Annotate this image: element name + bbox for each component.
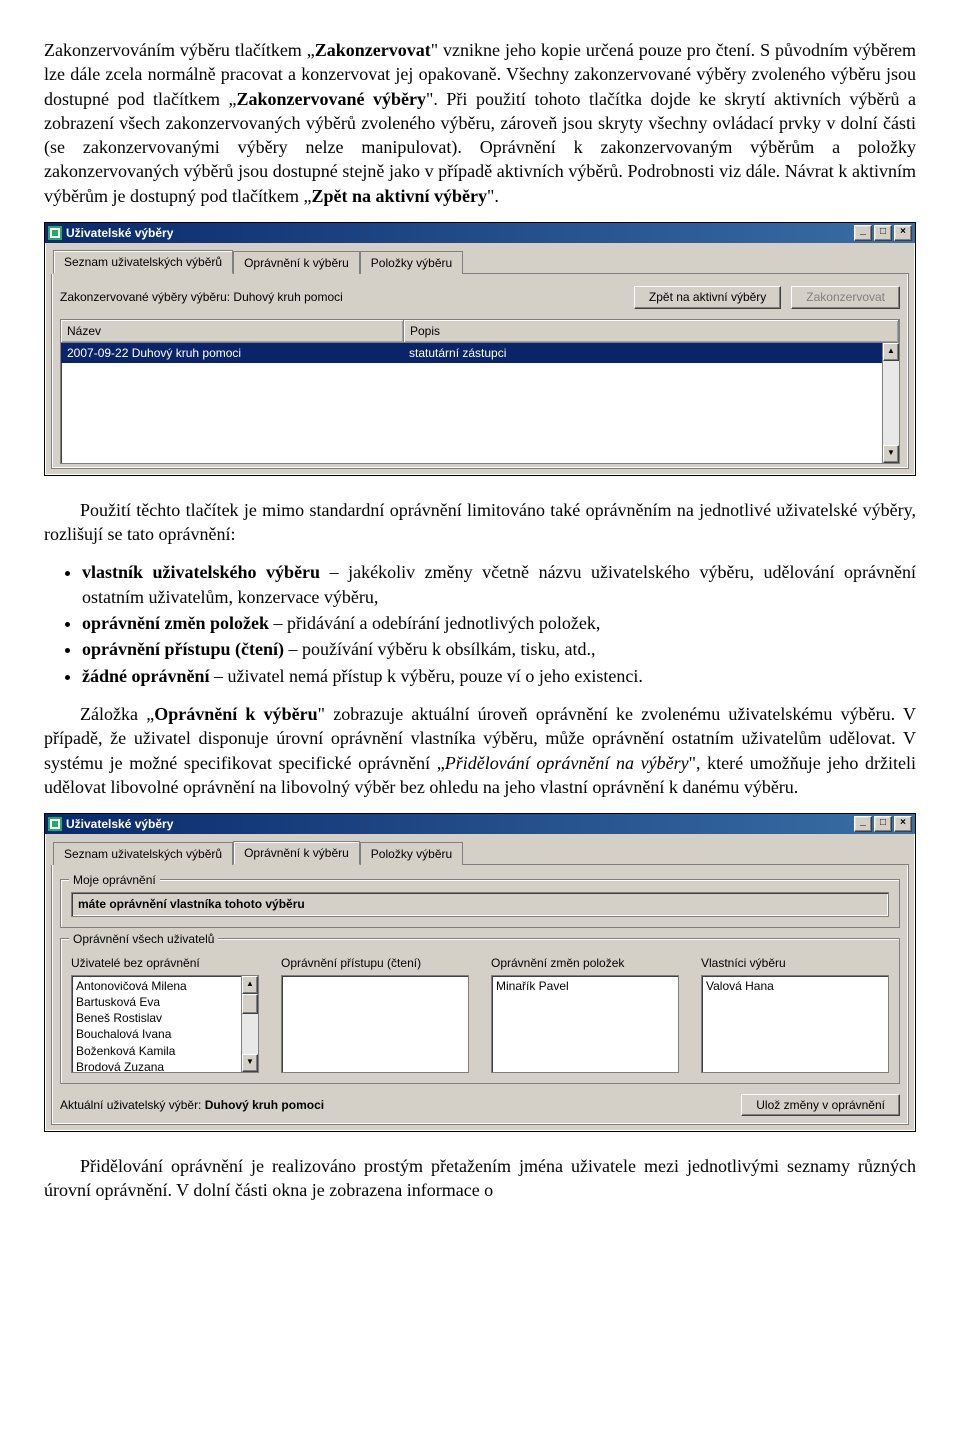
tab-polozky[interactable]: Položky výběru: [360, 842, 463, 865]
toolbar-label: Zakonzervované výběry výběru: Duhový kru…: [60, 289, 634, 305]
p1-bold-zakonzervovat: Zakonzervovat: [315, 40, 431, 60]
app-icon: [48, 817, 62, 831]
tabstrip: Seznam uživatelských výběrů Oprávnění k …: [53, 249, 909, 274]
tab-polozky[interactable]: Položky výběru: [360, 251, 463, 274]
titlebar[interactable]: Uživatelské výběry _ □ ×: [45, 814, 915, 834]
scroll-up-icon[interactable]: ▲: [242, 976, 258, 994]
list-item[interactable]: Bouchalová Ivana: [74, 1026, 239, 1042]
current-selection-value: Duhový kruh pomoci: [205, 1097, 324, 1113]
bullet-vlastnik: vlastník uživatelského výběru – jakékoli…: [82, 560, 916, 609]
bullet-zmeny: oprávnění změn položek – přidávání a ode…: [82, 611, 916, 635]
cell-popis: statutární zástupci: [403, 343, 899, 363]
save-permissions-button[interactable]: Ulož změny v oprávnění: [741, 1094, 900, 1116]
groupbox-opravneni-vsech: Oprávnění všech uživatelů Uživatelé bez …: [60, 938, 900, 1084]
label-no-permission: Uživatelé bez oprávnění: [71, 955, 259, 971]
list-item[interactable]: Bartusková Eva: [74, 994, 239, 1010]
label-owners: Vlastníci výběru: [701, 955, 889, 971]
tab-opravneni[interactable]: Oprávnění k výběru: [233, 841, 360, 865]
column-owners: Vlastníci výběru Valová Hana: [701, 955, 889, 1073]
minimize-button[interactable]: _: [854, 225, 872, 241]
list-item[interactable]: Valová Hana: [704, 978, 886, 994]
bottom-status-row: Aktuální uživatelský výběr: Duhový kruh …: [60, 1094, 900, 1116]
listbox-read[interactable]: [281, 975, 469, 1073]
column-change: Oprávnění změn položek Minařík Pavel: [491, 955, 679, 1073]
window-uzivatelske-vybery-2: Uživatelské výběry _ □ × Seznam uživatel…: [44, 813, 916, 1132]
scroll-up-icon[interactable]: ▲: [883, 343, 899, 361]
scroll-thumb[interactable]: [242, 994, 258, 1014]
groupbox-legend-vsech: Oprávnění všech uživatelů: [69, 931, 218, 947]
p1-bold-zpet: Zpět na aktivní výběry: [311, 186, 487, 206]
minimize-button[interactable]: _: [854, 816, 872, 832]
groupbox-moje-opravneni: Moje oprávnění máte oprávnění vlastníka …: [60, 879, 900, 927]
paragraph-3: Záložka „Oprávnění k výběru" zobrazuje a…: [44, 702, 916, 799]
list-item[interactable]: Beneš Rostislav: [74, 1010, 239, 1026]
p1-seg4: ".: [487, 186, 499, 206]
col-header-popis[interactable]: Popis: [404, 320, 899, 342]
list-item[interactable]: Boženková Kamila: [74, 1043, 239, 1059]
app-icon: [48, 226, 62, 240]
grid-row-selected[interactable]: 2007-09-22 Duhový kruh pomoci statutární…: [61, 343, 899, 363]
label-change: Oprávnění změn položek: [491, 955, 679, 971]
column-no-permission: Uživatelé bez oprávnění Antonovičová Mil…: [71, 955, 259, 1073]
close-button[interactable]: ×: [894, 225, 912, 241]
listbox-owners[interactable]: Valová Hana: [701, 975, 889, 1073]
window-title: Uživatelské výběry: [66, 816, 173, 832]
list-item[interactable]: Brodová Zuzana: [74, 1059, 239, 1072]
titlebar[interactable]: Uživatelské výběry _ □ ×: [45, 223, 915, 243]
grid-body[interactable]: 2007-09-22 Duhový kruh pomoci statutární…: [61, 343, 899, 463]
list-item[interactable]: Minařík Pavel: [494, 978, 676, 994]
label-read: Oprávnění přístupu (čtení): [281, 955, 469, 971]
my-permission-text: máte oprávnění vlastníka tohoto výběru: [71, 892, 889, 916]
tab-opravneni[interactable]: Oprávnění k výběru: [233, 251, 360, 274]
tab-seznam[interactable]: Seznam uživatelských výběrů: [53, 842, 233, 865]
cell-nazev: 2007-09-22 Duhový kruh pomoci: [61, 343, 403, 363]
preserve-button: Zakonzervovat: [791, 286, 900, 308]
groupbox-legend-moje: Moje oprávnění: [69, 872, 160, 888]
vertical-scrollbar[interactable]: ▲ ▼: [241, 976, 258, 1072]
grid-header: Název Popis: [61, 320, 899, 343]
tab-seznam[interactable]: Seznam uživatelských výběrů: [53, 250, 233, 274]
maximize-button[interactable]: □: [874, 816, 892, 832]
toolbar: Zakonzervované výběry výběru: Duhový kru…: [60, 286, 900, 308]
window-title: Uživatelské výběry: [66, 225, 173, 241]
vertical-scrollbar[interactable]: ▲ ▼: [882, 343, 899, 463]
grid-preserved-selections: Název Popis 2007-09-22 Duhový kruh pomoc…: [60, 319, 900, 464]
bullet-zadne: žádné oprávnění – uživatel nemá přístup …: [82, 664, 916, 688]
close-button[interactable]: ×: [894, 816, 912, 832]
window-uzivatelske-vybery-1: Uživatelské výběry _ □ × Seznam uživatel…: [44, 222, 916, 476]
scroll-down-icon[interactable]: ▼: [242, 1054, 258, 1072]
list-item[interactable]: Antonovičová Milena: [74, 978, 239, 994]
listbox-no-permission[interactable]: Antonovičová Milena Bartusková Eva Beneš…: [71, 975, 259, 1073]
paragraph-1: Zakonzervováním výběru tlačítkem „Zakonz…: [44, 38, 916, 208]
col-header-nazev[interactable]: Název: [61, 320, 404, 342]
column-read: Oprávnění přístupu (čtení): [281, 955, 469, 1073]
listbox-change[interactable]: Minařík Pavel: [491, 975, 679, 1073]
back-to-active-button[interactable]: Zpět na aktivní výběry: [634, 286, 781, 308]
scroll-down-icon[interactable]: ▼: [883, 445, 899, 463]
paragraph-2: Použití těchto tlačítek je mimo standard…: [44, 498, 916, 547]
p1-bold-zakonzervovane-vybery: Zakonzervované výběry: [237, 89, 427, 109]
tabstrip: Seznam uživatelských výběrů Oprávnění k …: [53, 840, 909, 865]
permissions-bullets: vlastník uživatelského výběru – jakékoli…: [82, 560, 916, 687]
current-selection-label: Aktuální uživatelský výběr:: [60, 1097, 201, 1113]
p1-seg1: Zakonzervováním výběru tlačítkem „: [44, 40, 315, 60]
paragraph-4: Přidělování oprávnění je realizováno pro…: [44, 1154, 916, 1203]
maximize-button[interactable]: □: [874, 225, 892, 241]
bullet-pristup: oprávnění přístupu (čtení) – používání v…: [82, 637, 916, 661]
